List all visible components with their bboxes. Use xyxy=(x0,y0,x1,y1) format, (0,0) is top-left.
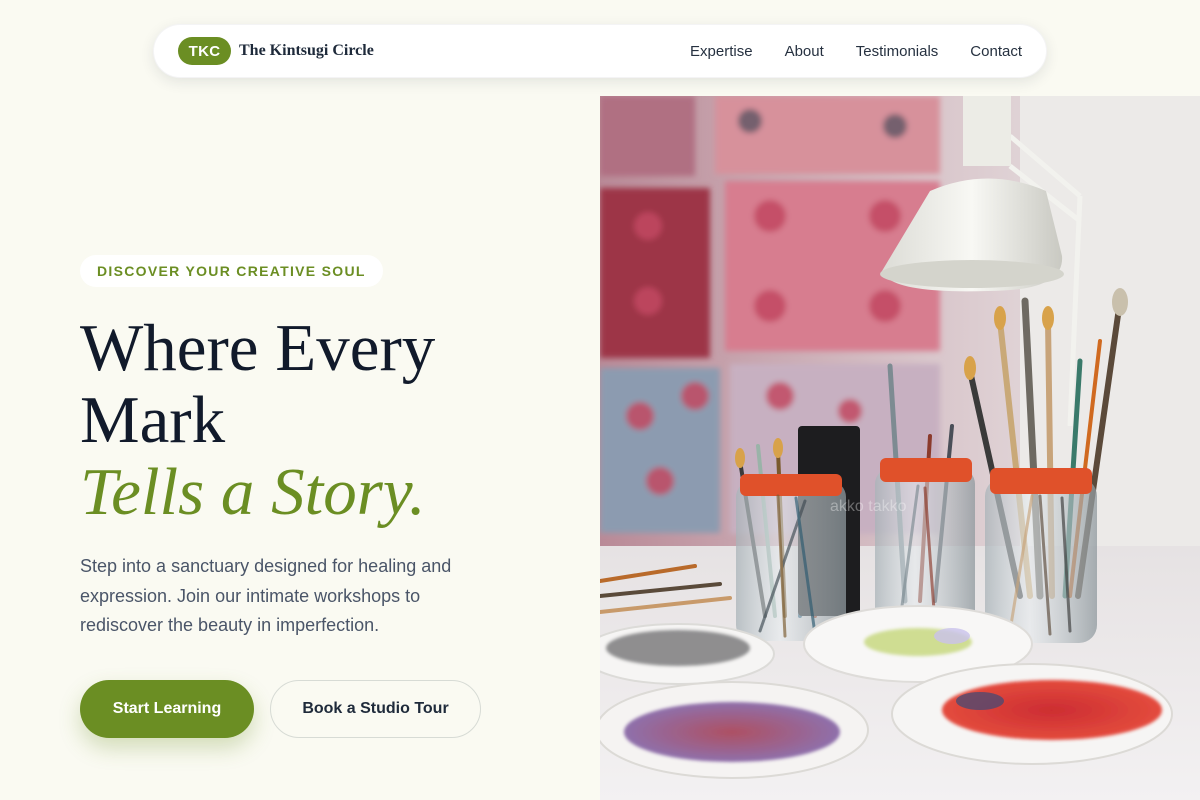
brand-badge[interactable]: TKC xyxy=(178,37,231,65)
nav-link-contact[interactable]: Contact xyxy=(970,43,1022,60)
headline-line-2: Mark xyxy=(80,383,226,457)
headline-line-1: Where Every xyxy=(80,311,436,385)
book-tour-button[interactable]: Book a Studio Tour xyxy=(270,680,481,738)
eyebrow-badge: DISCOVER YOUR CREATIVE SOUL xyxy=(80,255,383,287)
nav-link-about[interactable]: About xyxy=(785,43,824,60)
nav-link-expertise[interactable]: Expertise xyxy=(690,43,753,60)
headline-accent: Tells a Story. xyxy=(80,455,426,529)
nav-links: Expertise About Testimonials Contact xyxy=(658,43,1022,60)
start-learning-button[interactable]: Start Learning xyxy=(80,680,254,738)
brand-name[interactable]: The Kintsugi Circle xyxy=(239,42,374,60)
nav-link-testimonials[interactable]: Testimonials xyxy=(856,43,939,60)
hero-description: Step into a sanctuary designed for heali… xyxy=(80,556,452,635)
hero-headline: Where Every Mark Tells a Story. xyxy=(80,312,580,528)
top-nav: TKC The Kintsugi Circle Expertise About … xyxy=(153,24,1047,78)
hero-photo: akko takko xyxy=(600,96,1200,800)
svg-text:akko takko: akko takko xyxy=(830,498,907,515)
